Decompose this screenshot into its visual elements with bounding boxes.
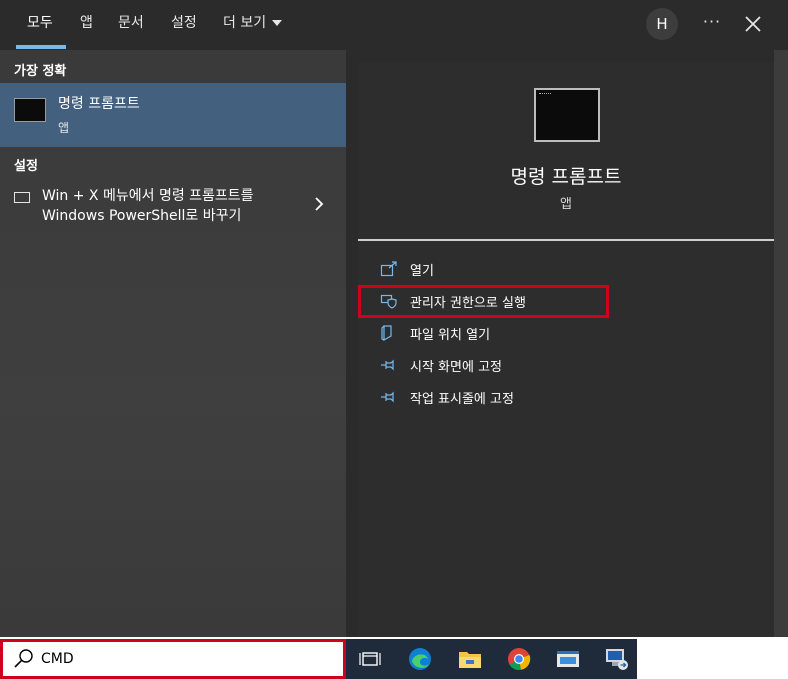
tab-more-label: 더 보기	[223, 15, 267, 31]
best-match-subtitle: 앱	[58, 121, 70, 135]
chrome-icon[interactable]	[507, 647, 531, 671]
cmd-large-icon	[534, 88, 600, 142]
action-open[interactable]: 열기	[380, 255, 640, 285]
best-match-heading: 가장 정확	[14, 64, 67, 79]
action-open-label: 열기	[410, 264, 434, 279]
app-details-pane: 명령 프롬프트 앱 열기 관리자 권한으로 실행 파일 위치 열기 시작 화면에…	[358, 62, 774, 637]
app-subtitle: 앱	[560, 197, 572, 212]
settings-heading: 설정	[14, 159, 38, 174]
action-pin-to-taskbar-label: 작업 표시줄에 고정	[410, 392, 514, 407]
action-open-file-location-label: 파일 위치 열기	[410, 328, 491, 343]
file-location-icon	[380, 325, 398, 342]
results-list: 가장 정확 명령 프롬프트 앱 설정 Win + X 메뉴에서 명령 프롬프트를…	[0, 50, 346, 637]
taskbar	[346, 639, 637, 679]
tab-all[interactable]: 모두	[27, 0, 53, 50]
pin-icon	[380, 389, 398, 405]
setting-item-line2: Windows PowerShell로 바꾸기	[42, 208, 242, 224]
search-input[interactable]	[41, 648, 331, 670]
tab-apps[interactable]: 앱	[80, 0, 93, 50]
setting-item-line1: Win + X 메뉴에서 명령 프롬프트를	[42, 188, 254, 204]
avatar[interactable]: H	[646, 8, 678, 40]
best-match-title: 명령 프롬프트	[58, 96, 140, 112]
pin-icon	[380, 357, 398, 373]
task-view-icon[interactable]	[358, 647, 382, 671]
action-pin-to-start-label: 시작 화면에 고정	[410, 360, 502, 375]
open-icon	[380, 261, 398, 277]
cmd-icon	[14, 98, 46, 122]
start-search-panel: 모두 앱 문서 설정 더 보기 H ··· 가장 정확 명령 프롬프트 앱 설정…	[0, 0, 788, 637]
tab-more[interactable]: 더 보기	[223, 0, 283, 50]
search-icon	[13, 648, 35, 670]
tab-documents[interactable]: 문서	[118, 0, 144, 50]
settings-window-icon	[14, 192, 30, 203]
tab-settings[interactable]: 설정	[171, 0, 197, 50]
file-explorer-icon[interactable]	[458, 647, 482, 671]
scroll-edge	[774, 50, 788, 637]
more-options-icon[interactable]: ···	[700, 8, 724, 40]
setting-item-text: Win + X 메뉴에서 명령 프롬프트를 Windows PowerShell…	[42, 186, 292, 226]
action-open-file-location[interactable]: 파일 위치 열기	[380, 319, 640, 349]
best-match-item[interactable]: 명령 프롬프트 앱	[0, 83, 346, 147]
close-icon[interactable]	[741, 8, 765, 40]
search-box[interactable]	[0, 639, 346, 679]
edge-icon[interactable]	[408, 647, 432, 671]
chevron-right-icon	[314, 196, 324, 212]
divider	[358, 239, 774, 241]
search-tabs: 모두 앱 문서 설정 더 보기 H ···	[0, 0, 788, 50]
active-tab-indicator	[16, 45, 66, 49]
chevron-down-icon	[272, 20, 283, 26]
remote-desktop-icon[interactable]	[605, 647, 629, 671]
action-pin-to-taskbar[interactable]: 작업 표시줄에 고정	[380, 383, 640, 413]
setting-item[interactable]: Win + X 메뉴에서 명령 프롬프트를 Windows PowerShell…	[0, 182, 346, 228]
app-window-icon[interactable]	[556, 647, 580, 671]
run-as-admin-highlight	[358, 285, 609, 318]
action-pin-to-start[interactable]: 시작 화면에 고정	[380, 351, 640, 381]
app-title: 명령 프롬프트	[510, 166, 622, 188]
